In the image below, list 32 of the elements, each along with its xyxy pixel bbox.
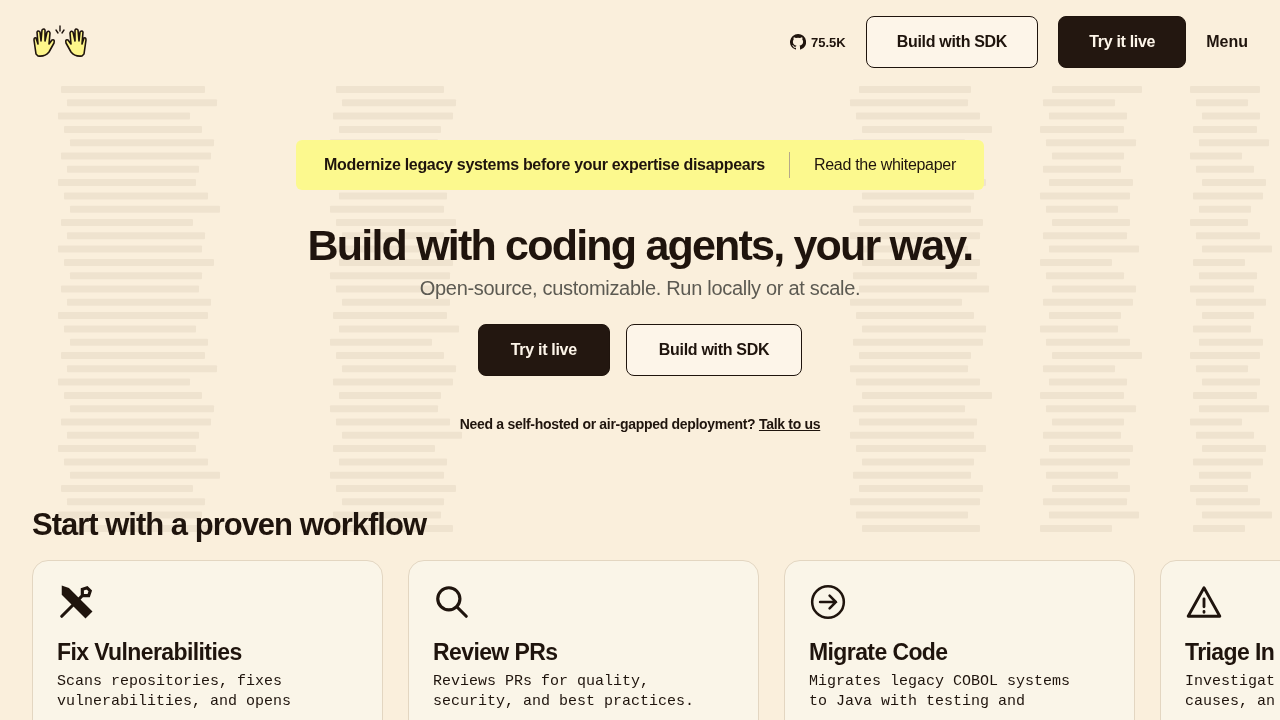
raised-hands-icon[interactable]: [32, 24, 88, 60]
banner-text: Modernize legacy systems before your expertise disappears: [324, 152, 790, 178]
card-title: Migrate Code: [809, 639, 949, 667]
talk-to-us-link[interactable]: Talk to us: [758, 416, 821, 433]
try-live-button[interactable]: Try it live: [1058, 16, 1187, 68]
card-description: to Java with testing and: [809, 692, 1026, 713]
hero-subtitle: Open-source, customizable. Run locally or at scale.: [418, 277, 862, 301]
card-description: Reviews PRs for quality,: [433, 672, 650, 693]
card-description: Migrates legacy COBOL systems: [809, 672, 1071, 693]
menu-button[interactable]: Menu: [1206, 33, 1248, 51]
github-icon: [789, 34, 806, 50]
card-description: security, and best practices.: [433, 692, 695, 713]
star-count: 75.5K: [810, 34, 846, 50]
try-live-button[interactable]: Try it live: [477, 324, 610, 377]
card-description: Investigat: [1185, 672, 1275, 693]
workflow-card[interactable]: Migrate Code Migrates legacy COBOL systems to Java with testing and: [784, 560, 1135, 720]
workflow-card[interactable]: Triage In Investigat causes, an: [1160, 560, 1280, 720]
arrow-circle-icon: [809, 583, 847, 622]
card-description: Scans repositories, fixes: [57, 672, 283, 693]
hero-title: Build with coding agents, your way.: [306, 222, 974, 270]
card-title: Fix Vulnerabilities: [57, 639, 243, 667]
deployment-note: Need a self-hosted or air-gapped deployment? Talk to us: [458, 416, 822, 433]
card-description: vulnerabilities, and opens: [57, 692, 292, 713]
card-title: Review PRs: [433, 639, 559, 667]
build-sdk-button[interactable]: Build with SDK: [625, 324, 803, 377]
whitepaper-link[interactable]: Read the whitepaper: [789, 156, 956, 174]
card-title: Triage In: [1185, 639, 1276, 667]
workflow-card[interactable]: Fix Vulnerabilities Scans repositories, fixes vulnerabilities, and opens: [32, 560, 383, 720]
card-description: causes, an: [1185, 692, 1275, 713]
section-title: Start with a proven workflow: [32, 508, 428, 543]
workflow-card[interactable]: Review PRs Reviews PRs for quality, security, and best practices.: [408, 560, 759, 720]
build-sdk-button[interactable]: Build with SDK: [865, 16, 1039, 68]
